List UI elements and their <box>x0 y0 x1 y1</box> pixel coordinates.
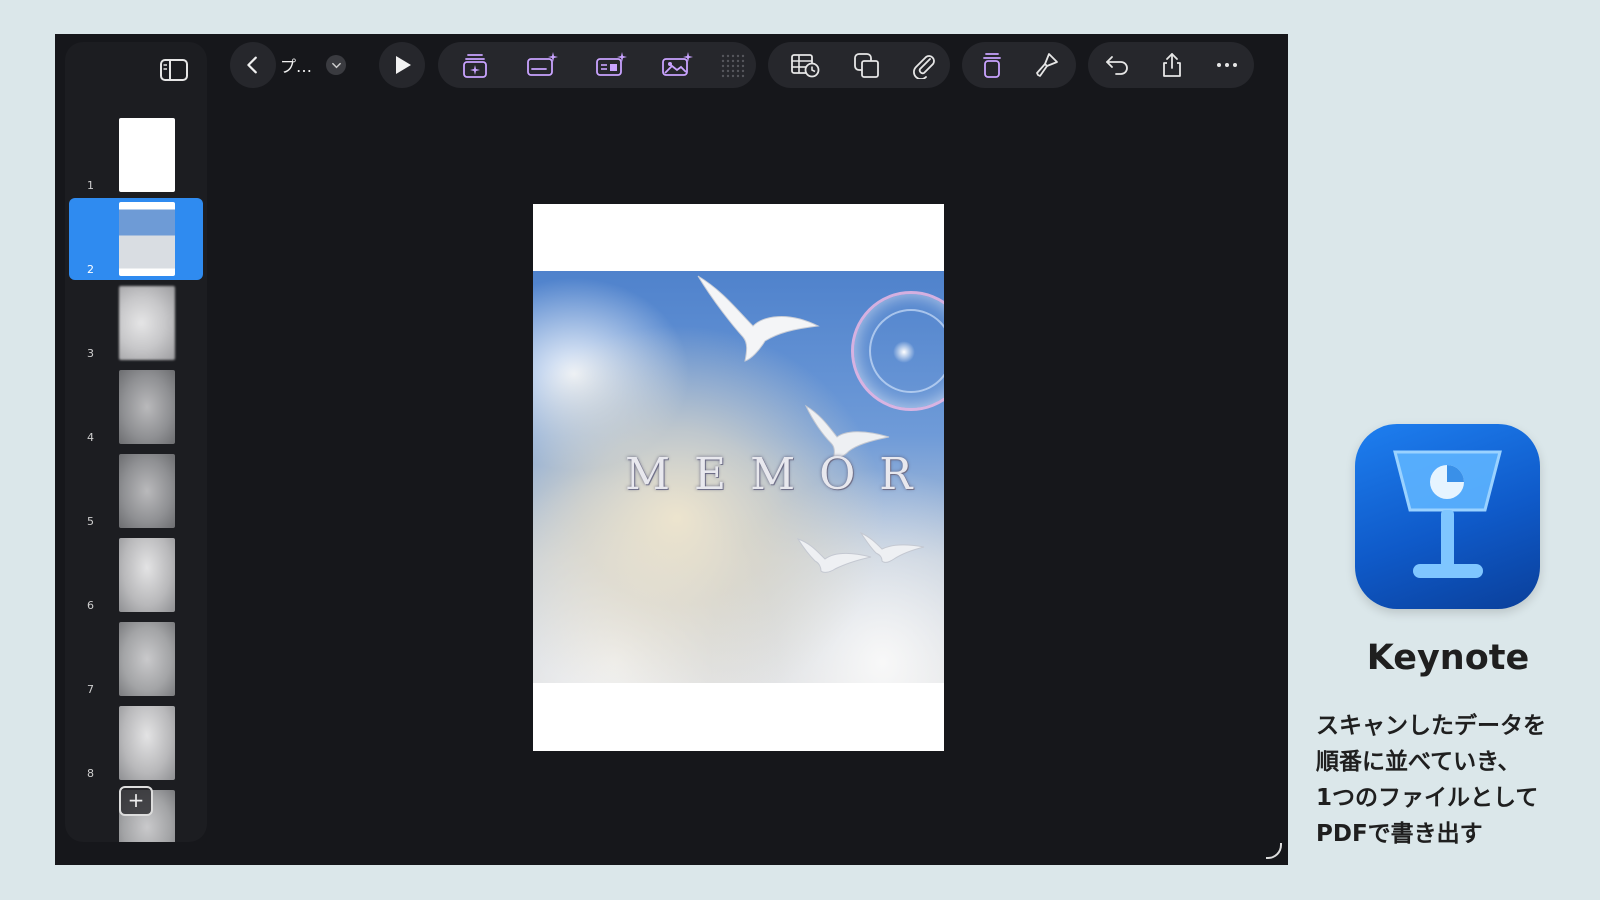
text-ai-icon <box>527 52 558 76</box>
slide-number: 2 <box>87 263 94 276</box>
back-button[interactable] <box>230 42 276 88</box>
format-brush-icon <box>1036 53 1058 77</box>
share-icon <box>1163 53 1181 77</box>
document-title[interactable]: プ… <box>280 53 312 77</box>
shapes-button[interactable] <box>836 42 898 88</box>
title-menu-button[interactable] <box>326 55 347 75</box>
add-slide-ai-icon <box>463 54 487 78</box>
keynote-ipad-screen: 1 2 3 4 5 6 7 8 + プ… MEMOR <box>55 34 1288 865</box>
dove-image <box>859 531 925 563</box>
add-slide-ai-button[interactable] <box>444 42 506 88</box>
paperclip-icon <box>913 55 935 79</box>
caption-line: スキャンしたデータを <box>1316 713 1546 739</box>
undo-icon <box>1106 56 1128 75</box>
format-button[interactable] <box>1018 42 1074 88</box>
slide-preview <box>119 118 175 192</box>
more-icon <box>1217 63 1237 67</box>
text-ai-button[interactable] <box>506 42 578 88</box>
caption-line: 1つのファイルとして <box>1316 785 1539 811</box>
slide-number: 8 <box>87 767 94 780</box>
slide-preview <box>119 286 175 360</box>
slide-number: 7 <box>87 683 94 696</box>
insert-toolbar <box>438 42 756 88</box>
edit-toolbar <box>962 42 1076 88</box>
grid-icon <box>721 54 745 78</box>
grid-button[interactable] <box>710 42 754 88</box>
delete-button[interactable] <box>966 42 1018 88</box>
objects-toolbar <box>768 42 950 88</box>
more-button[interactable] <box>1200 42 1254 88</box>
keynote-app-icon <box>1355 424 1540 609</box>
chevron-down-icon <box>331 62 341 68</box>
slide-preview <box>119 622 175 696</box>
play-icon <box>396 56 411 74</box>
actions-toolbar <box>1088 42 1254 88</box>
slide-number: 4 <box>87 431 94 444</box>
slide-preview <box>119 706 175 780</box>
resize-handle-icon[interactable] <box>1266 843 1282 859</box>
sky-photo[interactable]: MEMOR <box>533 271 944 683</box>
slide-preview <box>119 454 175 528</box>
slide-thumbnail-3[interactable]: 3 <box>69 282 203 364</box>
app-name: Keynote <box>1366 638 1530 678</box>
slide-number: 1 <box>87 179 94 192</box>
image-ai-button[interactable] <box>644 42 710 88</box>
image-ai-icon <box>662 52 693 76</box>
slide-navigator: 1 2 3 4 5 6 7 8 + <box>65 42 207 842</box>
undo-button[interactable] <box>1092 42 1144 88</box>
caption-line: PDFで書き出す <box>1316 821 1483 847</box>
plus-icon: + <box>127 788 145 812</box>
slide-preview <box>119 370 175 444</box>
slide-thumbnail-1[interactable]: 1 <box>69 114 203 196</box>
slide-number: 5 <box>87 515 94 528</box>
slide-canvas[interactable]: MEMOR <box>533 204 944 751</box>
play-button[interactable] <box>379 42 425 88</box>
slide-number: 3 <box>87 347 94 360</box>
slide-preview <box>119 202 175 276</box>
slide-headline: MEMOR <box>625 449 937 500</box>
back-chevron-icon <box>247 56 257 74</box>
table-chart-icon <box>791 54 820 78</box>
add-slide-button[interactable]: + <box>119 786 153 816</box>
trash-icon <box>983 53 1001 78</box>
slide-thumbnail-8[interactable]: 8 <box>69 702 203 784</box>
sidebar-toggle-icon[interactable] <box>159 58 189 82</box>
slide-thumbnail-7[interactable]: 7 <box>69 618 203 700</box>
shapes-icon <box>854 53 879 78</box>
dove-image <box>697 275 820 362</box>
shape-ai-button[interactable] <box>578 42 644 88</box>
share-button[interactable] <box>1144 42 1200 88</box>
lens-flare-core <box>893 341 915 363</box>
slide-number: 6 <box>87 599 94 612</box>
promo-caption: スキャンしたデータを 順番に並べていき、 1つのファイルとして PDFで書き出す <box>1316 708 1598 852</box>
attach-button[interactable] <box>898 42 950 88</box>
slide-thumbnail-6[interactable]: 6 <box>69 534 203 616</box>
document-title-group: プ… <box>230 42 366 88</box>
slide-thumbnail-5[interactable]: 5 <box>69 450 203 532</box>
promo-card: 1 2 3 4 5 6 7 8 + プ… MEMOR Keynote スキャンし… <box>0 0 1600 900</box>
slide-thumbnail-4[interactable]: 4 <box>69 366 203 448</box>
shape-ai-icon <box>596 52 627 76</box>
caption-line: 順番に並べていき、 <box>1316 749 1521 775</box>
slide-preview <box>119 538 175 612</box>
table-chart-button[interactable] <box>774 42 836 88</box>
slide-thumbnail-2[interactable]: 2 <box>69 198 203 280</box>
